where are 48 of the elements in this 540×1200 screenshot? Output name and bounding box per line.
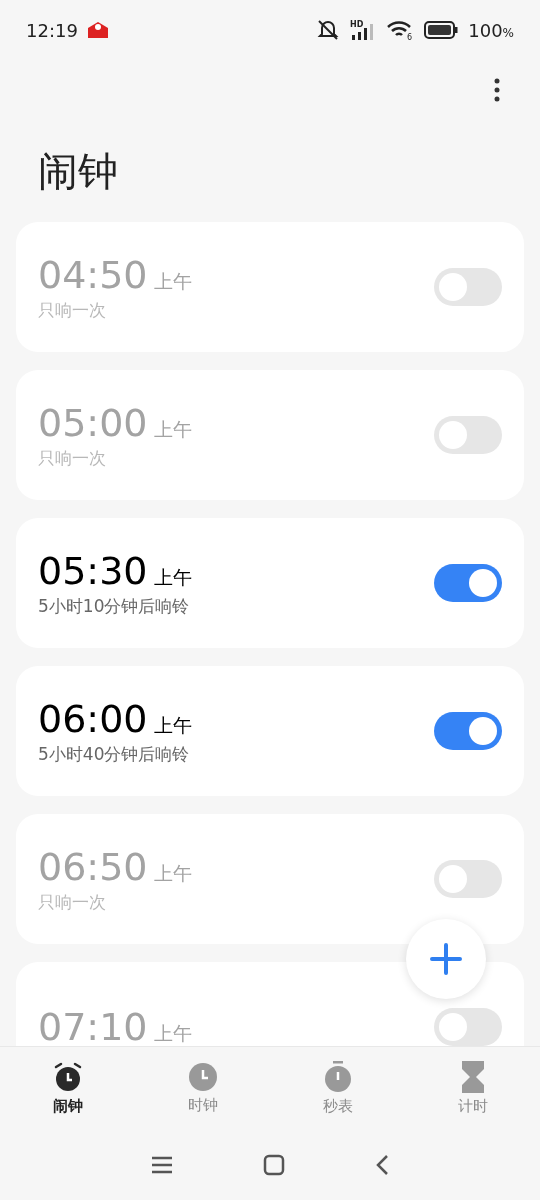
alarm-period: 上午	[153, 1021, 192, 1046]
alarm-switch[interactable]	[434, 712, 502, 750]
battery-level: 100	[468, 19, 503, 41]
more-options-icon[interactable]	[494, 78, 500, 102]
stopwatch-icon	[322, 1061, 353, 1093]
alarm-switch[interactable]	[434, 268, 502, 306]
alarm-switch[interactable]	[434, 1008, 502, 1046]
alarm-card[interactable]: 06:00 上午 5小时40分钟后响铃	[16, 666, 524, 796]
nav-tab[interactable]: 秒表	[270, 1047, 405, 1130]
percent-sign: %	[502, 25, 514, 40]
alarm-card[interactable]: 05:30 上午 5小时10分钟后响铃	[16, 518, 524, 648]
alarm-switch[interactable]	[434, 564, 502, 602]
menu-icon[interactable]	[151, 1156, 173, 1174]
alarm-period: 上午	[153, 416, 192, 442]
alarm-card[interactable]: 06:50 上午 只响一次	[16, 814, 524, 944]
alarm-period: 上午	[153, 860, 192, 886]
alarm-time: 07:10	[38, 1005, 148, 1046]
alarm-switch[interactable]	[434, 416, 502, 454]
page-title: 闹钟	[37, 146, 119, 196]
alarm-time: 04:50	[38, 252, 148, 297]
mail-icon	[87, 22, 108, 38]
alarm-note: 只响一次	[38, 890, 107, 914]
status-time: 12:19	[26, 19, 78, 41]
alarm-period: 上午	[153, 564, 192, 590]
alarm-note: 只响一次	[38, 446, 107, 470]
alarm-note: 只响一次	[38, 298, 107, 322]
clock-icon	[187, 1062, 218, 1092]
alarm-note: 5小时10分钟后响铃	[38, 594, 191, 618]
home-icon[interactable]	[263, 1154, 285, 1176]
hourglass-icon	[459, 1061, 486, 1093]
nav-tab[interactable]: 时钟	[135, 1047, 270, 1130]
alarm-note: 5小时40分钟后响铃	[38, 742, 191, 766]
alarm-card[interactable]: 04:50 上午 只响一次	[16, 222, 524, 352]
nav-tab[interactable]: 闹钟	[0, 1047, 135, 1130]
nav-tab[interactable]: 计时	[405, 1047, 540, 1130]
alarm-card[interactable]: 07:10 上午	[16, 962, 524, 1046]
muted-bell-icon	[316, 19, 341, 41]
plus-icon	[430, 943, 462, 975]
alarm-time: 06:50	[38, 844, 148, 889]
alarm-period: 上午	[153, 712, 192, 738]
alarm-card[interactable]: 05:00 上午 只响一次	[16, 370, 524, 500]
alarm-time: 06:00	[38, 696, 148, 741]
battery-icon	[424, 21, 459, 39]
alarm-switch[interactable]	[434, 860, 502, 898]
alarm-time: 05:30	[38, 548, 148, 593]
alarm-time: 05:00	[38, 400, 148, 445]
alarm-period: 上午	[153, 268, 192, 294]
back-icon[interactable]	[375, 1154, 389, 1176]
